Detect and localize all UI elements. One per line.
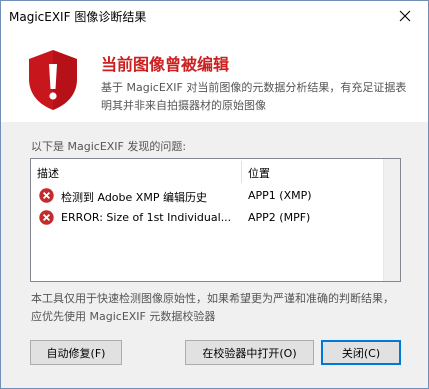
dialog-window: MagicEXIF 图像诊断结果 当前图像曾被编辑 基于 MagicEXIF 对…	[0, 0, 429, 389]
close-button[interactable]: 关闭(C)	[321, 340, 401, 365]
column-header-description[interactable]: 描述	[37, 165, 59, 181]
close-icon	[399, 10, 411, 22]
issues-list[interactable]: 描述 位置 检测到 Adobe XMP 编辑历史 APP1 (XMP) ERRO…	[30, 158, 401, 282]
vertical-scrollbar[interactable]	[383, 159, 400, 281]
issue-description: 检测到 Adobe XMP 编辑历史	[61, 191, 207, 204]
result-description: 基于 MagicEXIF 对当前图像的元数据分析结果，有充足证据表明其并非来自拍…	[101, 81, 407, 112]
title-bar[interactable]: MagicEXIF 图像诊断结果	[1, 1, 428, 31]
column-header-location[interactable]: 位置	[248, 165, 270, 181]
disclaimer-note: 本工具仅用于快速检测图像原始性，如果希望更为严谨和准确的判断结果，应优先使用 M…	[31, 292, 394, 323]
result-header: 当前图像曾被编辑 基于 MagicEXIF 对当前图像的元数据分析结果，有充足证…	[1, 31, 428, 122]
issue-location: APP1 (XMP)	[248, 189, 312, 202]
issue-description: ERROR: Size of 1st Individual...	[61, 211, 232, 224]
list-item[interactable]: 检测到 Adobe XMP 编辑历史 APP1 (XMP)	[31, 186, 383, 206]
window-close-button[interactable]	[382, 1, 428, 31]
autofix-button[interactable]: 自动修复(F)	[30, 340, 122, 365]
shield-warning-icon	[29, 50, 77, 110]
column-divider[interactable]	[241, 161, 242, 183]
list-header: 描述 位置	[31, 159, 400, 185]
error-icon	[39, 188, 54, 203]
open-in-validator-button[interactable]: 在校验器中打开(O)	[185, 340, 314, 365]
issue-location: APP2 (MPF)	[248, 211, 311, 224]
result-headline: 当前图像曾被编辑	[101, 55, 230, 74]
issues-label: 以下是 MagicEXIF 发现的问题:	[31, 140, 187, 153]
window-title: MagicEXIF 图像诊断结果	[9, 10, 147, 24]
list-item[interactable]: ERROR: Size of 1st Individual... APP2 (M…	[31, 208, 383, 228]
error-icon	[39, 210, 54, 225]
